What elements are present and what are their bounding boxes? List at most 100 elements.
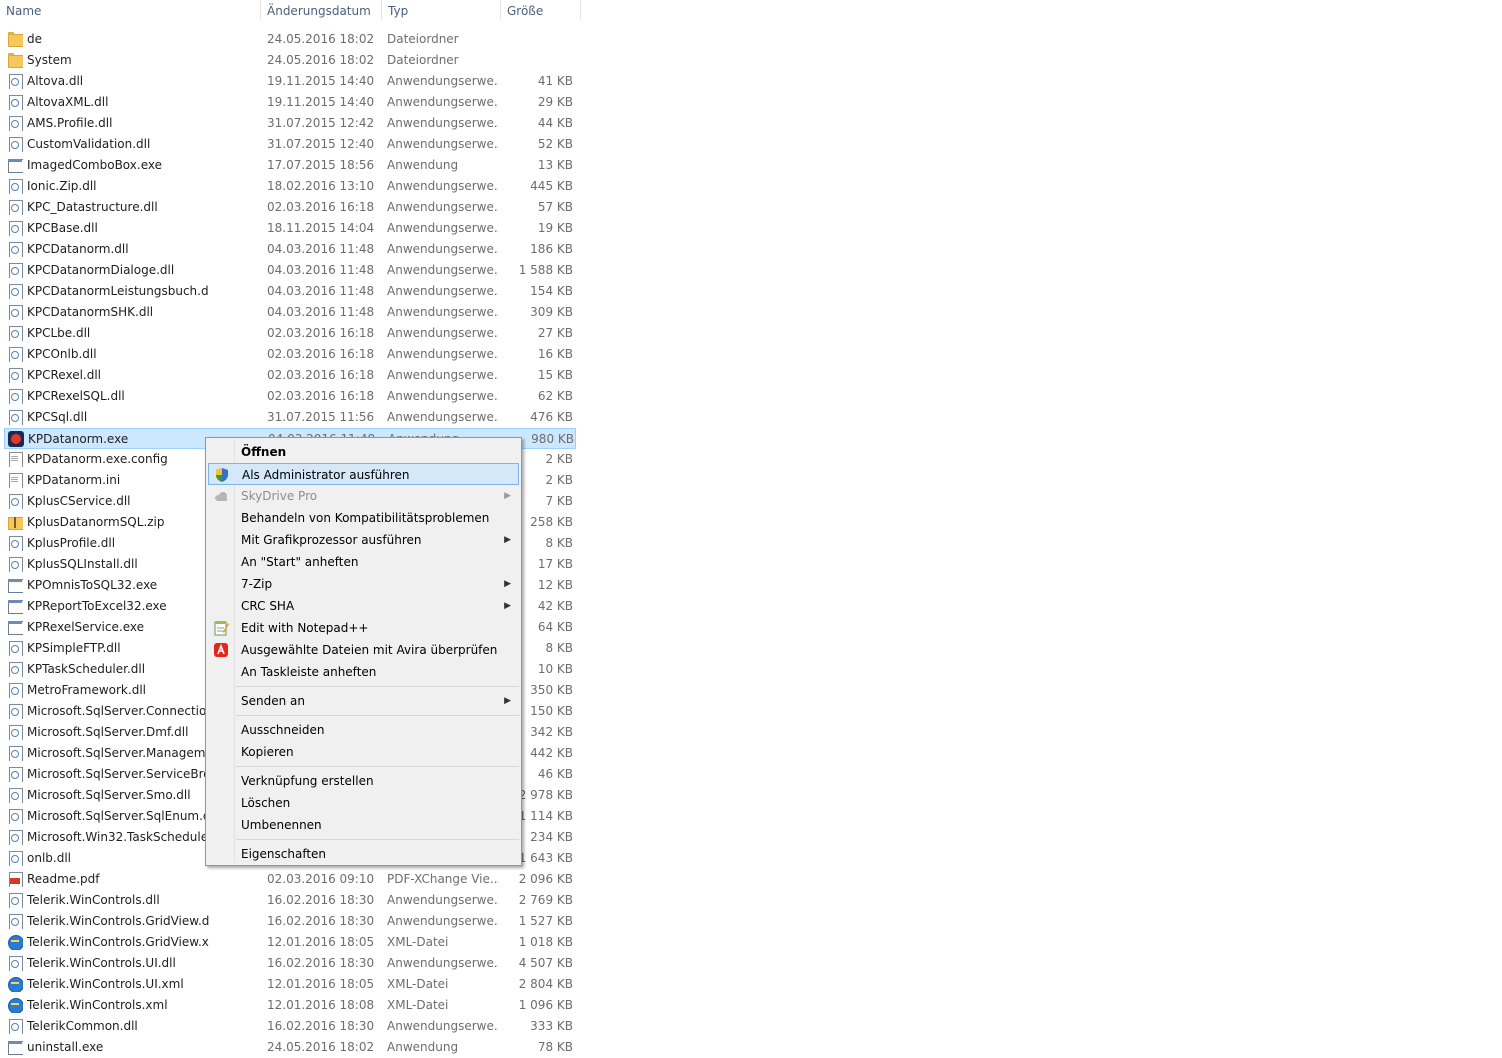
exe-icon — [7, 619, 23, 635]
menu-item-label: Eigenschaften — [241, 847, 327, 861]
menu-item-edit-with-notepad[interactable]: Edit with Notepad++ — [208, 617, 519, 639]
file-row[interactable]: KPCSql.dll 31.07.2015 11:56 Anwendungserwe… — [4, 407, 576, 428]
file-date: 16.02.2016 18:30 — [267, 893, 375, 907]
file-row[interactable]: KPCDatanormSHK.dll 04.03.2016 11:48 Anwend… — [4, 302, 576, 323]
column-date-label: Änderungsdatum — [267, 4, 371, 18]
menu-item-ausgewählte-dateien-mit-avira-überprüfen[interactable]: Ausgewählte Dateien mit Avira überprüfen — [208, 639, 519, 661]
file-type: Anwendungserwe... — [387, 347, 499, 361]
config-file-icon — [7, 451, 23, 467]
file-name: Telerik.WinControls.xml — [27, 998, 168, 1012]
column-size-header[interactable]: Größe — [501, 0, 580, 22]
file-name: KPCOnlb.dll — [27, 347, 97, 361]
file-row[interactable]: KPCDatanormLeistungsbuch.dll 04.03.2016 1… — [4, 281, 576, 302]
file-name: Telerik.WinControls.GridView.xml — [27, 935, 209, 949]
dll-icon — [7, 493, 23, 509]
menu-item-ausschneiden[interactable]: Ausschneiden — [208, 719, 519, 741]
menu-item-label: Öffnen — [241, 445, 287, 459]
menu-item-löschen[interactable]: Löschen — [208, 792, 519, 814]
menu-item-label: An Taskleiste anheften — [241, 665, 377, 679]
menu-item-senden-an[interactable]: Senden an ▶ — [208, 690, 519, 712]
config-file-icon — [7, 472, 23, 488]
file-row[interactable]: Telerik.WinControls.dll 16.02.2016 18:30 A… — [4, 890, 576, 911]
menu-item-label: Mit Grafikprozessor ausführen — [241, 533, 422, 547]
menu-item-verknüpfung-erstellen[interactable]: Verknüpfung erstellen — [208, 770, 519, 792]
file-name: KPDatanorm.ini — [27, 473, 121, 487]
file-name: KPCRexelSQL.dll — [27, 389, 125, 403]
menu-item-umbenennen[interactable]: Umbenennen — [208, 814, 519, 836]
menu-item-behandeln-von-kompatibilitätsproblemen[interactable]: Behandeln von Kompatibilitätsproblemen — [208, 507, 519, 529]
column-divider[interactable] — [580, 0, 581, 20]
file-name: MetroFramework.dll — [27, 683, 146, 697]
file-row[interactable]: KPCOnlb.dll 02.03.2016 16:18 Anwendungserw… — [4, 344, 576, 365]
file-row[interactable]: System 24.05.2016 18:02 Dateiordner — [4, 50, 576, 71]
context-menu: Öffnen Als Administrator ausführen SkyDriv… — [205, 437, 522, 866]
column-date-header[interactable]: Änderungsdatum — [261, 0, 381, 22]
file-size: 29 KB — [537, 95, 573, 109]
file-row[interactable]: CustomValidation.dll 31.07.2015 12:40 Anwe… — [4, 134, 576, 155]
file-name: KplusSQLInstall.dll — [27, 557, 138, 571]
dll-icon — [7, 913, 23, 929]
menu-item-an-start-anheften[interactable]: An "Start" anheften — [208, 551, 519, 573]
file-row[interactable]: AMS.Profile.dll 31.07.2015 12:42 Anwendung… — [4, 113, 576, 134]
menu-item-an-taskleiste-anheften[interactable]: An Taskleiste anheften — [208, 661, 519, 683]
file-date: 18.11.2015 14:04 — [267, 221, 375, 235]
avira-icon — [213, 642, 229, 658]
file-name: KPCRexel.dll — [27, 368, 102, 382]
file-size: 2 096 KB — [518, 872, 573, 886]
file-type: Anwendungserwe... — [387, 305, 499, 319]
file-type: Anwendungserwe... — [387, 893, 499, 907]
dll-icon — [7, 388, 23, 404]
menu-separator — [236, 839, 519, 840]
submenu-arrow-icon: ▶ — [504, 491, 511, 501]
file-row[interactable]: KPCDatanorm.dll 04.03.2016 11:48 Anwendung… — [4, 239, 576, 260]
file-name: Microsoft.SqlServer.SqlEnum.dll — [27, 809, 209, 823]
file-row[interactable]: ImagedComboBox.exe 17.07.2015 18:56 Anwend… — [4, 155, 576, 176]
file-type: PDF-XChange Vie... — [387, 872, 499, 886]
file-size: 445 KB — [530, 179, 573, 193]
menu-item-crc-sha[interactable]: CRC SHA ▶ — [208, 595, 519, 617]
file-size: 41 KB — [537, 74, 573, 88]
file-row[interactable]: Telerik.WinControls.xml 12.01.2016 18:08 X… — [4, 995, 576, 1016]
file-row[interactable]: Telerik.WinControls.GridView.xml 12.01.20… — [4, 932, 576, 953]
menu-item-kopieren[interactable]: Kopieren — [208, 741, 519, 763]
file-date: 24.05.2016 18:02 — [267, 32, 375, 46]
file-row[interactable]: TelerikCommon.dll 16.02.2016 18:30 Anwendu… — [4, 1016, 576, 1037]
exe-icon — [7, 598, 23, 614]
file-row[interactable]: KPCRexel.dll 02.03.2016 16:18 Anwendungser… — [4, 365, 576, 386]
file-name: KplusProfile.dll — [27, 536, 116, 550]
file-row[interactable]: Telerik.WinControls.UI.xml 12.01.2016 18:… — [4, 974, 576, 995]
file-row[interactable]: Telerik.WinControls.UI.dll 16.02.2016 18:… — [4, 953, 576, 974]
file-size: 2 804 KB — [518, 977, 573, 991]
file-type: Anwendungserwe... — [387, 914, 499, 928]
menu-item-7-zip[interactable]: 7-Zip ▶ — [208, 573, 519, 595]
file-name: KPRexelService.exe — [27, 620, 144, 634]
file-row[interactable]: AltovaXML.dll 19.11.2015 14:40 Anwendungse… — [4, 92, 576, 113]
file-row[interactable]: KPCBase.dll 18.11.2015 14:04 Anwendungserw… — [4, 218, 576, 239]
file-date: 17.07.2015 18:56 — [267, 158, 375, 172]
file-row[interactable]: KPC_Datastructure.dll 02.03.2016 16:18 Anw… — [4, 197, 576, 218]
file-name: CustomValidation.dll — [27, 137, 151, 151]
menu-item-mit-grafikprozessor-ausführen[interactable]: Mit Grafikprozessor ausführen ▶ — [208, 529, 519, 551]
file-row[interactable]: Ionic.Zip.dll 18.02.2016 13:10 Anwendungse… — [4, 176, 576, 197]
file-size: 4 507 KB — [518, 956, 573, 970]
menu-item-als-administrator-ausführen[interactable]: Als Administrator ausführen — [208, 463, 519, 485]
dll-icon — [7, 1018, 23, 1034]
menu-item-eigenschaften[interactable]: Eigenschaften — [208, 843, 519, 865]
menu-item-öffnen[interactable]: Öffnen — [208, 441, 519, 463]
file-type: Anwendungserwe... — [387, 179, 499, 193]
file-row[interactable]: KPCLbe.dll 02.03.2016 16:18 Anwendungserwe… — [4, 323, 576, 344]
file-row[interactable]: Telerik.WinControls.GridView.dll 16.02.20… — [4, 911, 576, 932]
file-row[interactable]: KPCRexelSQL.dll 02.03.2016 16:18 Anwendung… — [4, 386, 576, 407]
menu-item-label: SkyDrive Pro — [241, 489, 318, 503]
menu-item-label: Ausschneiden — [241, 723, 325, 737]
xml-icon — [7, 934, 23, 950]
file-row[interactable]: Altova.dll 19.11.2015 14:40 Anwendungserwe… — [4, 71, 576, 92]
file-row[interactable]: de 24.05.2016 18:02 Dateiordner — [4, 29, 576, 50]
file-name: Microsoft.SqlServer.ServiceBrokerEnum.dl… — [27, 767, 209, 781]
column-type-header[interactable]: Typ — [382, 0, 500, 22]
file-row[interactable]: Readme.pdf 02.03.2016 09:10 PDF-XChange Vi… — [4, 869, 576, 890]
menu-item-label: CRC SHA — [241, 599, 295, 613]
file-size — [499, 29, 573, 50]
file-row[interactable]: KPCDatanormDialoge.dll 04.03.2016 11:48 An… — [4, 260, 576, 281]
file-row[interactable]: uninstall.exe 24.05.2016 18:02 Anwendung 78… — [4, 1037, 576, 1058]
